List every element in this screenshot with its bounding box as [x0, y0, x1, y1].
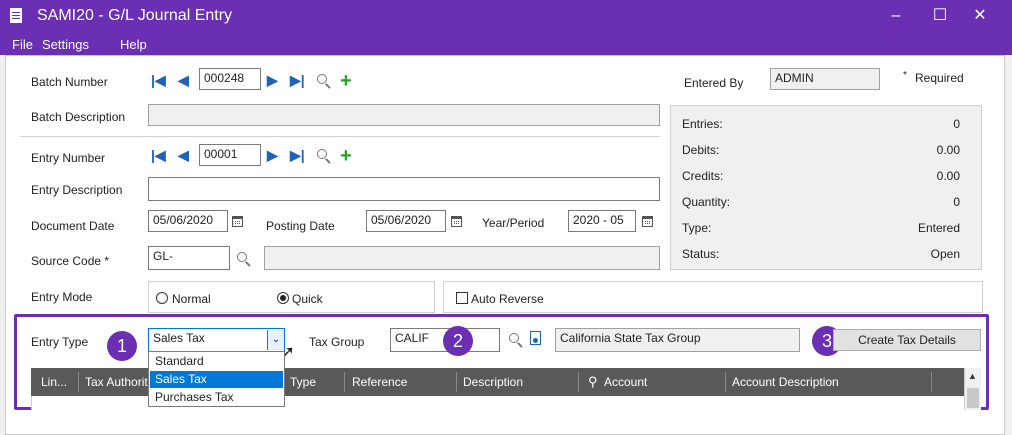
- entry-search-icon[interactable]: [317, 149, 327, 159]
- stat-status-label: Status:: [682, 247, 720, 261]
- document-date-label: Document Date: [31, 219, 115, 233]
- stat-type-label: Type:: [682, 221, 712, 235]
- stat-status-value: Open: [930, 247, 960, 261]
- stat-quantity-label: Quantity:: [682, 195, 731, 209]
- stat-type-value: Entered: [917, 221, 960, 235]
- entered-by-field: ADMIN: [770, 68, 880, 90]
- stat-quantity-value: 0: [953, 195, 960, 209]
- create-tax-details-button[interactable]: Create Tax Details: [833, 329, 981, 351]
- source-code-label: Source Code *: [31, 254, 110, 268]
- app-icon: [10, 8, 22, 23]
- year-period-calendar-icon[interactable]: [642, 216, 653, 227]
- stat-debits-label: Debits:: [682, 143, 720, 157]
- option-standard[interactable]: Standard: [150, 353, 283, 370]
- title-bar: SAMI20 - G/L Journal Entry – ☐ ✕: [0, 0, 1012, 33]
- tax-group-description: California State Tax Group: [555, 328, 800, 352]
- column-separator: [725, 372, 726, 392]
- entry-description-label: Entry Description: [31, 183, 123, 197]
- entry-mode-quick-radio[interactable]: [277, 292, 289, 304]
- source-code-search-icon[interactable]: [237, 252, 247, 262]
- entry-type-select[interactable]: Sales Tax: [148, 328, 285, 352]
- menu-bar: File Settings Help: [0, 33, 1012, 55]
- entry-description-input[interactable]: [148, 177, 660, 201]
- window-title: SAMI20 - G/L Journal Entry: [37, 7, 233, 24]
- entry-mode-normal-radio[interactable]: [156, 292, 168, 304]
- tax-group-search-icon[interactable]: [509, 333, 519, 343]
- menu-file[interactable]: File: [12, 37, 33, 52]
- batch-number-label: Batch Number: [31, 75, 108, 89]
- account-search-icon: ⚲: [588, 374, 598, 389]
- batch-number-input[interactable]: 000248: [199, 68, 261, 90]
- menu-settings[interactable]: Settings: [42, 37, 89, 52]
- batch-description-label: Batch Description: [31, 110, 126, 124]
- divider: [20, 136, 660, 137]
- entry-type-value: Sales Tax: [153, 331, 205, 345]
- next-entry-icon[interactable]: ▶: [267, 147, 278, 164]
- first-batch-icon[interactable]: |◀: [151, 72, 166, 89]
- auto-reverse-label: Auto Reverse: [471, 292, 544, 306]
- source-code-input[interactable]: GL-: [148, 246, 230, 270]
- required-star: *: [903, 70, 907, 81]
- entry-mode-quick-label: Quick: [292, 292, 323, 306]
- entry-number-label: Entry Number: [31, 151, 106, 165]
- stat-credits-value: 0.00: [936, 169, 960, 183]
- last-entry-icon[interactable]: ▶|: [290, 147, 305, 164]
- column-tax-authority[interactable]: Tax Authorit: [85, 375, 148, 389]
- column-type[interactable]: Type: [290, 375, 316, 389]
- minimize-button[interactable]: –: [878, 3, 914, 29]
- menu-help[interactable]: Help: [120, 37, 147, 52]
- tax-group-label: Tax Group: [309, 335, 365, 349]
- column-reference[interactable]: Reference: [352, 375, 407, 389]
- close-button[interactable]: ✕: [962, 3, 998, 29]
- stat-debits-value: 0.00: [936, 143, 960, 157]
- scroll-thumb[interactable]: [967, 388, 979, 408]
- column-separator: [578, 372, 579, 392]
- option-purchases-tax[interactable]: Purchases Tax: [150, 389, 283, 406]
- callout-badge-1: 1: [107, 331, 137, 361]
- column-separator: [78, 372, 79, 392]
- posting-date-label: Posting Date: [266, 219, 335, 233]
- callout-badge-2: 2: [443, 326, 473, 356]
- scroll-up-icon[interactable]: ▲: [968, 371, 977, 381]
- auto-reverse-checkbox[interactable]: [456, 292, 468, 304]
- grid-scrollbar[interactable]: ▲: [964, 368, 981, 410]
- column-separator: [344, 372, 345, 392]
- document-date-input[interactable]: 05/06/2020: [148, 210, 228, 232]
- add-entry-icon[interactable]: +: [340, 146, 352, 166]
- required-note: Required: [915, 71, 964, 85]
- entry-mode-normal-label: Normal: [172, 292, 211, 306]
- document-date-calendar-icon[interactable]: [232, 216, 243, 227]
- last-batch-icon[interactable]: ▶|: [290, 72, 305, 89]
- column-account[interactable]: Account: [604, 375, 647, 389]
- prev-entry-icon[interactable]: ◀: [178, 147, 189, 164]
- posting-date-input[interactable]: 05/06/2020: [366, 210, 446, 232]
- next-batch-icon[interactable]: ▶: [267, 72, 278, 89]
- option-sales-tax[interactable]: Sales Tax: [150, 371, 283, 388]
- column-separator: [456, 372, 457, 392]
- entry-type-dropdown: Standard Sales Tax Purchases Tax: [148, 351, 285, 407]
- posting-date-calendar-icon[interactable]: [451, 216, 462, 227]
- year-period-input[interactable]: 2020 - 05: [568, 210, 636, 232]
- stat-entries-label: Entries:: [682, 117, 723, 131]
- year-period-label: Year/Period: [482, 216, 545, 230]
- entered-by-label: Entered By: [684, 76, 744, 90]
- batch-search-icon[interactable]: [317, 74, 327, 84]
- column-separator: [931, 372, 932, 392]
- tax-group-info-icon[interactable]: [530, 331, 541, 345]
- entry-mode-label: Entry Mode: [31, 290, 93, 304]
- maximize-button[interactable]: ☐: [922, 3, 958, 29]
- batch-description-field: [148, 104, 660, 126]
- column-account-description[interactable]: Account Description: [732, 375, 839, 389]
- column-line[interactable]: Lin...: [41, 375, 67, 389]
- stat-credits-label: Credits:: [682, 169, 724, 183]
- first-entry-icon[interactable]: |◀: [151, 147, 166, 164]
- prev-batch-icon[interactable]: ◀: [178, 72, 189, 89]
- entry-type-label: Entry Type: [31, 335, 89, 349]
- add-batch-icon[interactable]: +: [340, 71, 352, 91]
- entry-number-input[interactable]: 00001: [199, 144, 261, 166]
- source-code-description: [264, 246, 660, 270]
- stat-entries-value: 0: [953, 117, 960, 131]
- column-description[interactable]: Description: [463, 375, 523, 389]
